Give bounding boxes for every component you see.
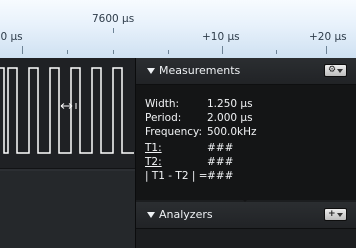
measurements-body: Width: 1.250 µs Period: 2.000 µs Frequen…	[136, 85, 356, 200]
measurement-value: 2.000 µs	[207, 112, 253, 124]
ruler-tick	[276, 50, 277, 54]
gear-icon: ⚙	[328, 65, 337, 75]
timeline-ruler[interactable]: 7600 µs -10 µs +10 µs +20 µs	[0, 0, 356, 58]
waveform-view[interactable]	[0, 58, 135, 248]
width-cursor-icon	[60, 103, 77, 109]
measurement-value: 500.0kHz	[207, 126, 257, 138]
chevron-down-icon	[337, 213, 343, 217]
plus-icon: +	[328, 209, 336, 219]
t2-link[interactable]: T2:	[145, 156, 162, 168]
measurement-label: Period:	[145, 112, 182, 124]
analyzers-title: Analyzers	[159, 208, 213, 221]
empty-channel-area	[0, 171, 135, 248]
measurement-value: ###	[207, 142, 234, 154]
measurements-header[interactable]: Measurements ⚙	[136, 58, 356, 85]
measurement-label: Frequency:	[145, 126, 203, 138]
ruler-tick	[168, 50, 169, 54]
measurement-value: ###	[207, 170, 234, 182]
ruler-mark-plus-10: +10 µs	[202, 31, 240, 43]
ruler-tick	[222, 46, 223, 54]
ruler-mark-minus-10: -10 µs	[0, 31, 23, 43]
chevron-down-icon	[337, 69, 343, 73]
analyzers-header[interactable]: Analyzers +	[136, 202, 356, 229]
side-panel: Measurements ⚙ Width: 1.250 µs Period: 2…	[135, 58, 356, 248]
ruler-tick	[22, 46, 23, 54]
ruler-tick	[113, 28, 114, 33]
ruler-mark-center: 7600 µs	[92, 13, 135, 25]
measurement-label: Width:	[145, 98, 180, 110]
digital-waveform	[0, 67, 134, 154]
collapse-triangle-icon[interactable]	[147, 68, 155, 74]
collapse-triangle-icon[interactable]	[147, 212, 155, 218]
t1-link[interactable]: T1:	[145, 142, 162, 154]
measurements-settings-button[interactable]: ⚙	[324, 64, 347, 77]
measurement-label: | T1 - T2 | =	[145, 170, 208, 182]
measurements-title: Measurements	[159, 64, 241, 77]
add-analyzer-button[interactable]: +	[324, 208, 347, 221]
ruler-tick	[67, 50, 68, 54]
measurement-value: ###	[207, 156, 234, 168]
ruler-mark-plus-20: +20 µs	[309, 31, 347, 43]
measurement-value: 1.250 µs	[207, 98, 253, 110]
ruler-tick	[113, 50, 114, 54]
ruler-tick	[326, 46, 327, 54]
